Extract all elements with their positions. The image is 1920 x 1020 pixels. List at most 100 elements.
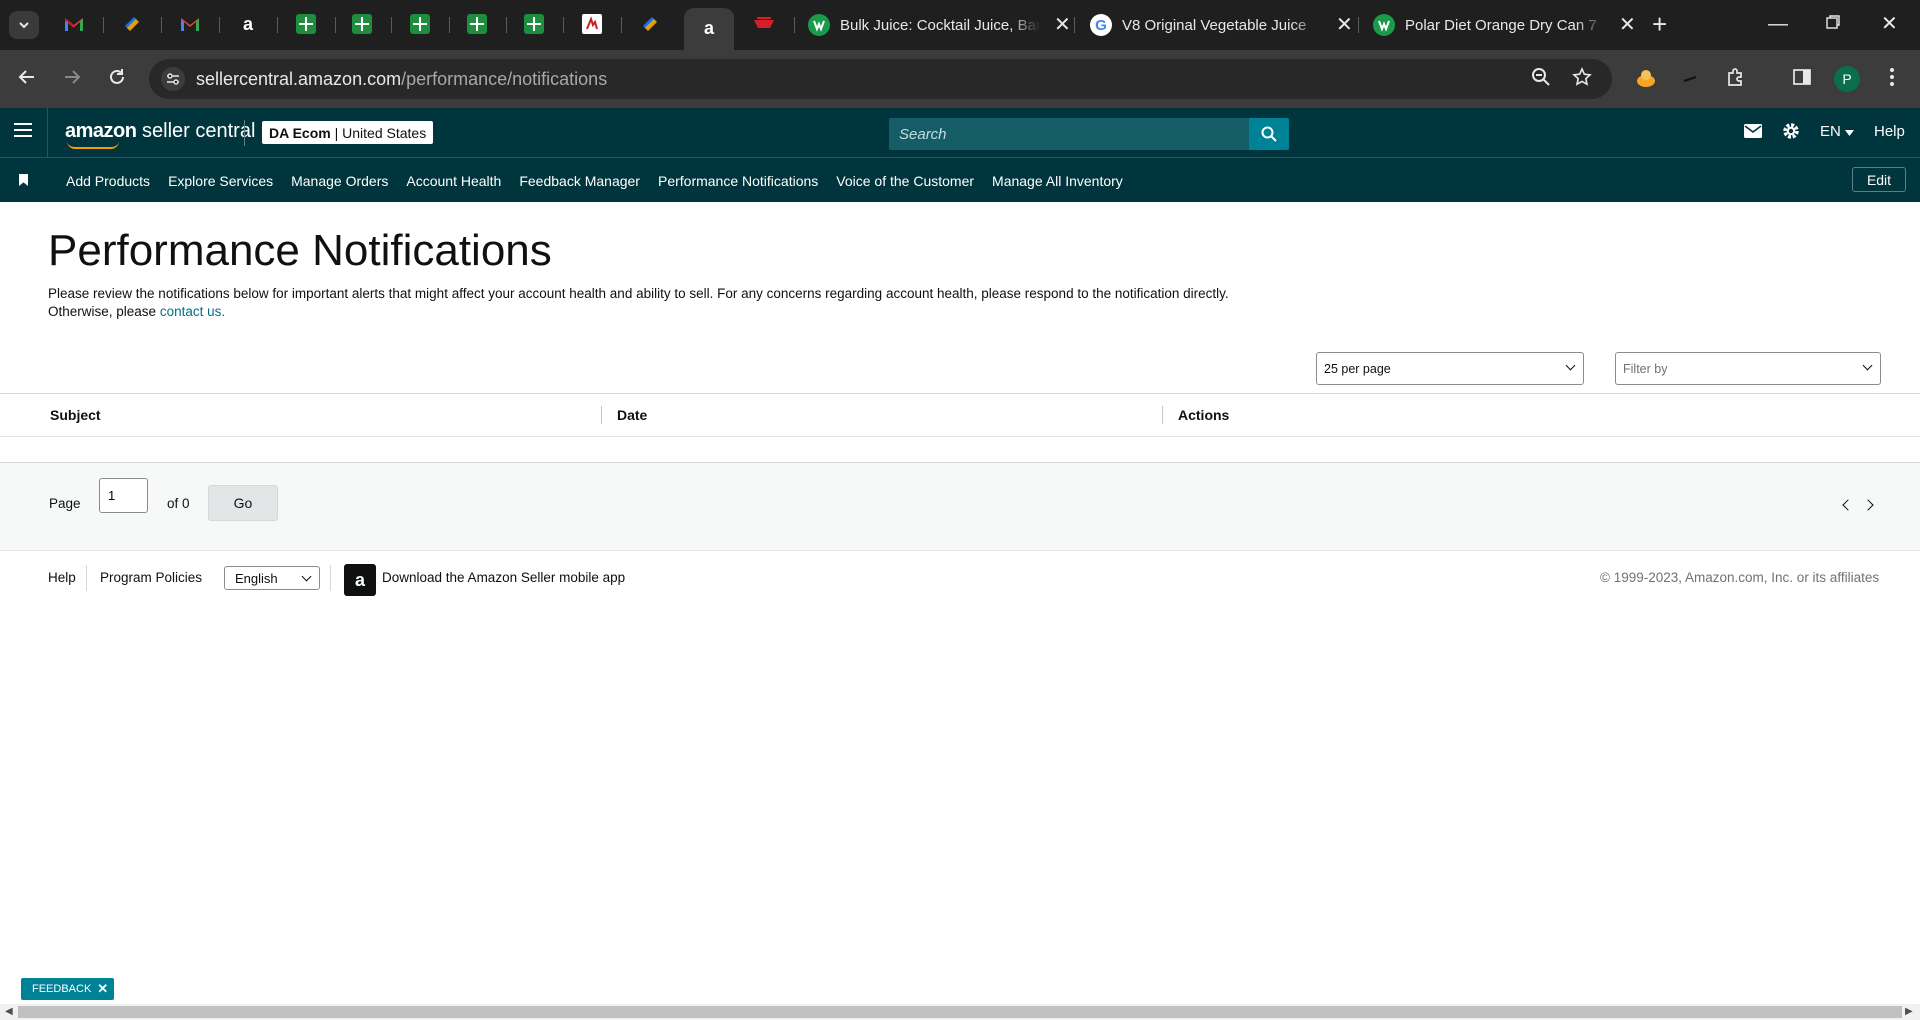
pinned-tab-sheets-2[interactable] (350, 12, 374, 36)
new-tab-button[interactable]: + (1652, 11, 1667, 37)
side-panel-icon[interactable] (1790, 67, 1814, 91)
page-description: Please review the notifications below fo… (48, 285, 1288, 321)
search-icon (1261, 126, 1277, 142)
help-link[interactable]: Help (1874, 123, 1905, 140)
back-button[interactable] (15, 67, 39, 91)
profile-avatar[interactable]: P (1834, 66, 1860, 92)
download-app-link[interactable]: Download the Amazon Seller mobile app (382, 570, 625, 585)
amazon-icon: a (703, 17, 714, 38)
copyright: © 1999-2023, Amazon.com, Inc. or its aff… (1600, 570, 1880, 585)
bookmark-star-icon[interactable] (1570, 67, 1594, 91)
hamburger-menu-icon[interactable] (14, 123, 32, 137)
scroll-left-icon[interactable]: ◀ (5, 1006, 13, 1017)
page-number-input[interactable] (99, 478, 148, 513)
active-tab-amazon[interactable]: a (684, 8, 734, 50)
search-box (889, 118, 1249, 150)
pinned-tab-amazon[interactable]: a (236, 12, 260, 36)
close-icon[interactable]: ✕ (1336, 15, 1353, 35)
forward-button[interactable] (60, 67, 84, 91)
page-label: Page (49, 496, 81, 511)
language-menu[interactable]: EN (1820, 123, 1855, 140)
caret-down-icon (1845, 130, 1855, 136)
pinned-tab-gmail-2[interactable] (178, 12, 202, 36)
pinned-tab-app[interactable] (580, 12, 604, 36)
scrollbar-thumb[interactable] (18, 1006, 1902, 1018)
previous-page-icon[interactable] (1842, 499, 1854, 511)
extension-honey-icon[interactable] (1634, 67, 1658, 91)
webstaurant-icon (1373, 14, 1395, 36)
tab-bulk-juice[interactable]: Bulk Juice: Cocktail Juice, Bar ✕ (808, 8, 1071, 42)
nav-link-add-products[interactable]: Add Products (66, 173, 150, 189)
nav-link-voice-of-customer[interactable]: Voice of the Customer (836, 173, 974, 189)
messages-button[interactable] (1744, 122, 1762, 142)
pinned-tab-stripe[interactable] (120, 12, 144, 36)
pinned-tab-app-2[interactable] (752, 12, 776, 36)
reload-button[interactable] (105, 67, 129, 91)
column-header-date[interactable]: Date (617, 407, 647, 423)
amazon-smile-icon (67, 141, 119, 149)
horizontal-scrollbar[interactable]: ◀ ▶ (0, 1004, 1920, 1020)
extensions-puzzle-icon[interactable] (1724, 67, 1748, 91)
amazon-app-icon[interactable]: a (344, 564, 376, 596)
bookmark-icon[interactable] (19, 174, 28, 186)
per-page-value: 25 per page (1324, 361, 1391, 376)
nav-link-manage-orders[interactable]: Manage Orders (291, 173, 388, 189)
pinned-tab-sheets-4[interactable] (465, 12, 489, 36)
search-input[interactable] (889, 118, 1249, 150)
restore-icon (1826, 15, 1840, 29)
next-page-icon[interactable] (1862, 499, 1874, 511)
column-header-subject[interactable]: Subject (50, 407, 101, 423)
more-menu-icon[interactable] (1880, 67, 1904, 91)
tab-polar-diet[interactable]: Polar Diet Orange Dry Can 7 ✕ (1373, 8, 1636, 42)
nav-link-manage-all-inventory[interactable]: Manage All Inventory (992, 173, 1123, 189)
pinned-tab-gmail[interactable] (62, 12, 86, 36)
footer-program-policies-link[interactable]: Program Policies (100, 570, 202, 585)
footer-language-value: English (235, 570, 278, 586)
nav-link-account-health[interactable]: Account Health (406, 173, 501, 189)
nav-link-feedback-manager[interactable]: Feedback Manager (519, 173, 640, 189)
nav-link-explore-services[interactable]: Explore Services (168, 173, 273, 189)
app-icon (582, 14, 602, 34)
close-icon[interactable]: ✕ (97, 981, 108, 997)
tab-search-button[interactable] (9, 11, 39, 39)
restore-button[interactable] (1825, 12, 1841, 36)
filter-select[interactable]: Filter by (1615, 352, 1881, 385)
zoom-icon[interactable] (1529, 67, 1553, 91)
close-window-button[interactable]: ✕ (1881, 12, 1898, 36)
tab-v8-juice[interactable]: G V8 Original Vegetable Juice ✕ (1090, 8, 1353, 42)
account-switcher[interactable]: DA Ecom | United States (262, 121, 434, 144)
reload-icon (110, 69, 124, 84)
footer-language-select[interactable]: English (224, 566, 320, 590)
url-host: sellercentral.amazon.com (196, 69, 402, 89)
pinned-tab-sheets-3[interactable] (408, 12, 432, 36)
pinned-tab-stripe-2[interactable] (638, 12, 662, 36)
close-icon[interactable]: ✕ (1054, 15, 1071, 35)
feedback-button[interactable]: FEEDBACK ✕ (21, 978, 115, 1000)
chevron-down-icon (1862, 360, 1873, 371)
sheets-icon (467, 14, 487, 34)
language-code: EN (1820, 123, 1841, 140)
seller-central-header: amazon seller central DA Ecom | United S… (0, 108, 1920, 157)
sheets-icon (524, 14, 544, 34)
per-page-select[interactable]: 25 per page (1316, 352, 1584, 385)
google-icon: G (1090, 14, 1112, 36)
nav-link-performance-notifications[interactable]: Performance Notifications (658, 173, 818, 189)
contact-us-link[interactable]: contact us. (160, 304, 225, 319)
pinned-tab-sheets-1[interactable] (294, 12, 318, 36)
app-icon (754, 17, 774, 28)
go-button[interactable]: Go (208, 485, 278, 521)
pinned-tab-sheets-5[interactable] (522, 12, 546, 36)
app-icon (643, 17, 657, 31)
address-bar[interactable]: sellercentral.amazon.com/performance/not… (149, 59, 1612, 99)
settings-button[interactable] (1782, 122, 1800, 144)
close-icon[interactable]: ✕ (1619, 15, 1636, 35)
scroll-right-icon[interactable]: ▶ (1905, 1006, 1913, 1017)
edit-button[interactable]: Edit (1852, 167, 1906, 192)
site-info-icon[interactable] (161, 67, 185, 91)
footer-help-link[interactable]: Help (48, 570, 76, 585)
search-button[interactable] (1249, 118, 1289, 150)
minimize-button[interactable]: — (1768, 12, 1788, 36)
extension-icon[interactable] (1678, 67, 1702, 91)
filter-placeholder: Filter by (1623, 361, 1668, 376)
seller-central-logo[interactable]: amazon seller central (65, 120, 255, 149)
